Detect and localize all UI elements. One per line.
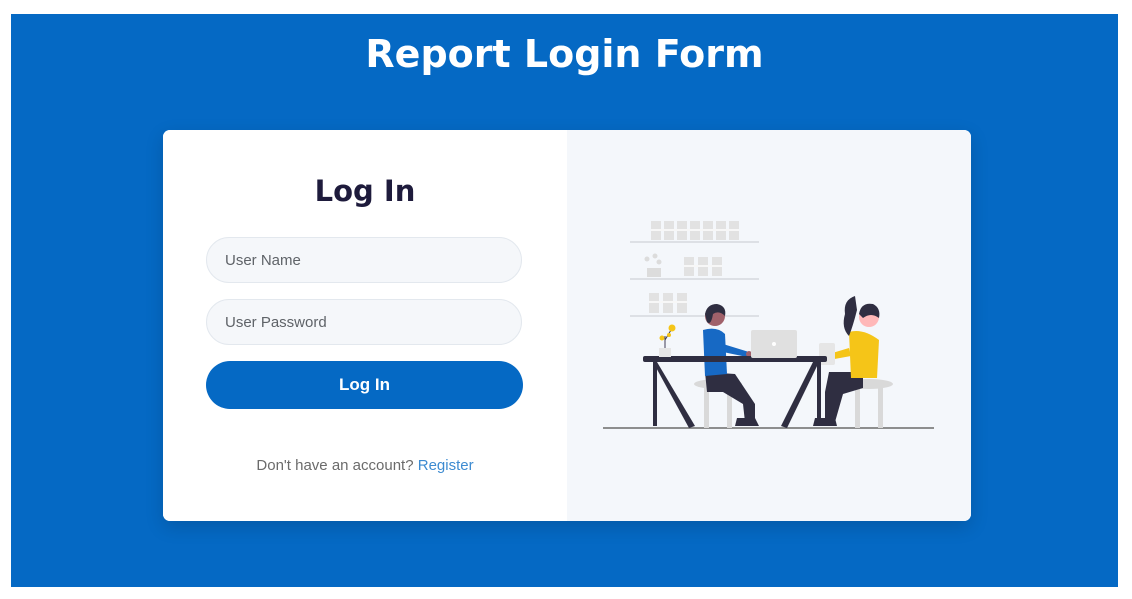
login-button[interactable]: Log In — [206, 361, 523, 409]
laptop — [751, 330, 797, 358]
shelf-plant — [644, 253, 662, 277]
register-link[interactable]: Register — [418, 457, 474, 474]
page-background: Report Login Form Log In Log In Don't ha… — [11, 14, 1118, 587]
register-prompt: Don't have an account? — [256, 457, 414, 474]
page-title: Report Login Form — [365, 32, 764, 76]
username-input[interactable] — [206, 237, 522, 283]
password-input[interactable] — [206, 299, 522, 345]
register-line: Don't have an account? Register — [163, 457, 567, 474]
login-card: Log In Log In Don't have an account? Reg… — [163, 130, 971, 521]
table-plant — [659, 324, 676, 357]
shelf-jar-stripes — [649, 229, 739, 303]
office-workers-illustration-icon — [603, 221, 934, 429]
form-heading: Log In — [314, 174, 416, 208]
illustration-panel — [567, 130, 971, 521]
login-form-panel: Log In Log In Don't have an account? Reg… — [163, 130, 567, 521]
